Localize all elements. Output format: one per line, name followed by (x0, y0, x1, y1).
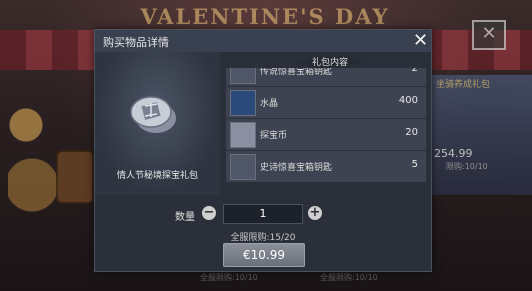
crystal-icon (230, 90, 256, 116)
list-item: 探宝币 20 (226, 119, 426, 151)
buy-button[interactable]: €10.99 (223, 243, 305, 267)
shop-offer-price: 254.99 (434, 147, 473, 160)
background-close-icon: ✕ (472, 20, 506, 50)
background-limit-text: 全服限购:10/10 (200, 273, 258, 282)
event-banner: VALENTINE'S DAY (140, 4, 390, 29)
quantity-label: 数量 (175, 212, 195, 223)
close-icon[interactable]: ✕ (413, 31, 429, 51)
decrease-quantity-button[interactable]: − (202, 206, 216, 220)
shop-offer-limit: 限购:10/10 (446, 162, 488, 171)
item-quantity: 2 (411, 68, 418, 74)
item-quantity: 400 (398, 95, 418, 106)
item-quantity: 5 (411, 159, 418, 170)
increase-quantity-button[interactable]: + (308, 206, 322, 220)
coin-icon (230, 122, 256, 148)
coin-icon (130, 96, 176, 133)
item-quantity: 20 (405, 127, 418, 138)
item-name: 探宝币 (260, 131, 288, 141)
dialog-header: 购买物品详情 ✕ (95, 30, 431, 52)
barrel-decoration (56, 150, 94, 204)
background-shop-offer: 坐骑养成礼包 254.99 限购:10/10 (430, 75, 532, 195)
list-item: 水晶 400 (226, 87, 426, 119)
list-item: 史诗惊喜宝箱钥匙 5 (226, 151, 426, 183)
purchase-details-dialog: 购买物品详情 ✕ 情人节秘境探宝礼包 礼包内容 传说惊喜宝箱钥匙 2 水晶 40… (94, 29, 432, 272)
purchase-limit-text: 全服限购:15/20 (230, 233, 296, 243)
item-name: 传说惊喜宝箱钥匙 (260, 68, 333, 77)
key-icon (230, 154, 256, 180)
bundle-contents-title: 礼包内容 (290, 55, 370, 69)
key-icon (230, 68, 256, 84)
background-limit-text: 全服限购:10/10 (320, 273, 378, 282)
list-item: 传说惊喜宝箱钥匙 2 (226, 68, 426, 87)
bundle-preview: 情人节秘境探宝礼包 (95, 52, 220, 195)
quantity-field[interactable]: 1 (223, 204, 303, 224)
dialog-title: 购买物品详情 (103, 36, 169, 49)
item-name: 史诗惊喜宝箱钥匙 (260, 163, 333, 173)
bundle-name: 情人节秘境探宝礼包 (116, 171, 198, 181)
shop-offer-title: 坐骑养成礼包 (436, 80, 491, 90)
item-name: 水晶 (260, 99, 279, 109)
bundle-contents-list[interactable]: 传说惊喜宝箱钥匙 2 水晶 400 探宝币 20 史诗惊喜宝箱钥匙 5 (226, 68, 426, 195)
